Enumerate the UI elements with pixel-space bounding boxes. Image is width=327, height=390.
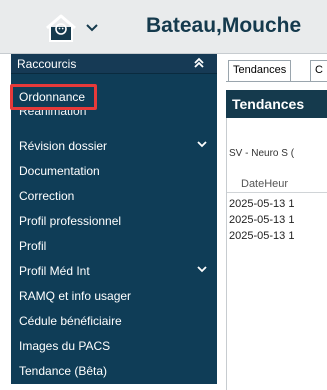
trends-panel: SV - Neuro S ( DateHeur 2025-05-13 1 202… xyxy=(226,118,327,390)
sidebar-item-profil-med-int[interactable]: Profil Méd Int xyxy=(11,260,217,282)
sidebar-item-label: Profil professionnel xyxy=(19,214,122,228)
sidebar-item-profil-professionnel[interactable]: Profil professionnel xyxy=(11,210,217,232)
sidebar-item-revision-dossier[interactable]: Révision dossier xyxy=(11,135,217,157)
sidebar-item-profil[interactable]: Profil xyxy=(11,235,217,257)
table-row[interactable]: 2025-05-13 1 xyxy=(229,230,294,242)
sidebar-item-label: RAMQ et info usager xyxy=(19,289,132,303)
double-chevron-up-icon[interactable] xyxy=(193,57,205,69)
sidebar-item-label: Documentation xyxy=(19,164,100,178)
chevron-down-icon xyxy=(197,266,207,273)
sidebar-item-documentation[interactable]: Documentation xyxy=(11,160,217,182)
highlight-box xyxy=(10,84,97,110)
sidebar-header-label: Raccourcis xyxy=(17,57,77,71)
section-title: SV - Neuro S ( xyxy=(229,148,295,159)
shortcuts-sidebar: Raccourcis Ordonnance Réanimation Révisi… xyxy=(10,54,217,384)
chevron-down-icon xyxy=(86,24,98,32)
home-person-icon xyxy=(46,14,76,42)
panel-title: Tendances xyxy=(226,90,327,118)
sidebar-item-label: Tendance (Bêta) xyxy=(19,364,108,378)
sidebar-item-label: Révision dossier xyxy=(19,139,108,153)
home-menu-button[interactable] xyxy=(44,12,104,44)
patient-name: Bateau,Mouche xyxy=(146,14,302,37)
header-divider xyxy=(227,192,327,193)
sidebar-item-label: Cédule bénéficiaire xyxy=(19,314,122,328)
sidebar-item-label: Profil Méd Int xyxy=(19,264,90,278)
table-row[interactable]: 2025-05-13 1 xyxy=(229,214,294,226)
tab-c[interactable]: C xyxy=(310,60,327,82)
sidebar-item-cedule-beneficiaire[interactable]: Cédule bénéficiaire xyxy=(11,310,217,332)
column-header-dateheure[interactable]: DateHeur xyxy=(241,178,288,190)
sidebar-item-images-pacs[interactable]: Images du PACS xyxy=(11,335,217,357)
top-bar: Bateau,Mouche xyxy=(0,0,327,54)
tab-divider xyxy=(226,81,327,82)
tab-tendances[interactable]: Tendances xyxy=(228,60,292,82)
sidebar-header[interactable]: Raccourcis xyxy=(11,54,217,74)
sidebar-item-tendance-beta[interactable]: Tendance (Bêta) xyxy=(11,360,217,382)
sidebar-item-label: Profil xyxy=(19,239,47,253)
sidebar-item-ramq[interactable]: RAMQ et info usager xyxy=(11,285,217,307)
tab-strip: Tendances C xyxy=(226,60,327,82)
sidebar-item-correction[interactable]: Correction xyxy=(11,185,217,207)
sidebar-item-label: Correction xyxy=(19,189,75,203)
table-row[interactable]: 2025-05-13 1 xyxy=(229,198,294,210)
sidebar-item-label: Images du PACS xyxy=(19,339,111,353)
chevron-down-icon xyxy=(197,141,207,148)
